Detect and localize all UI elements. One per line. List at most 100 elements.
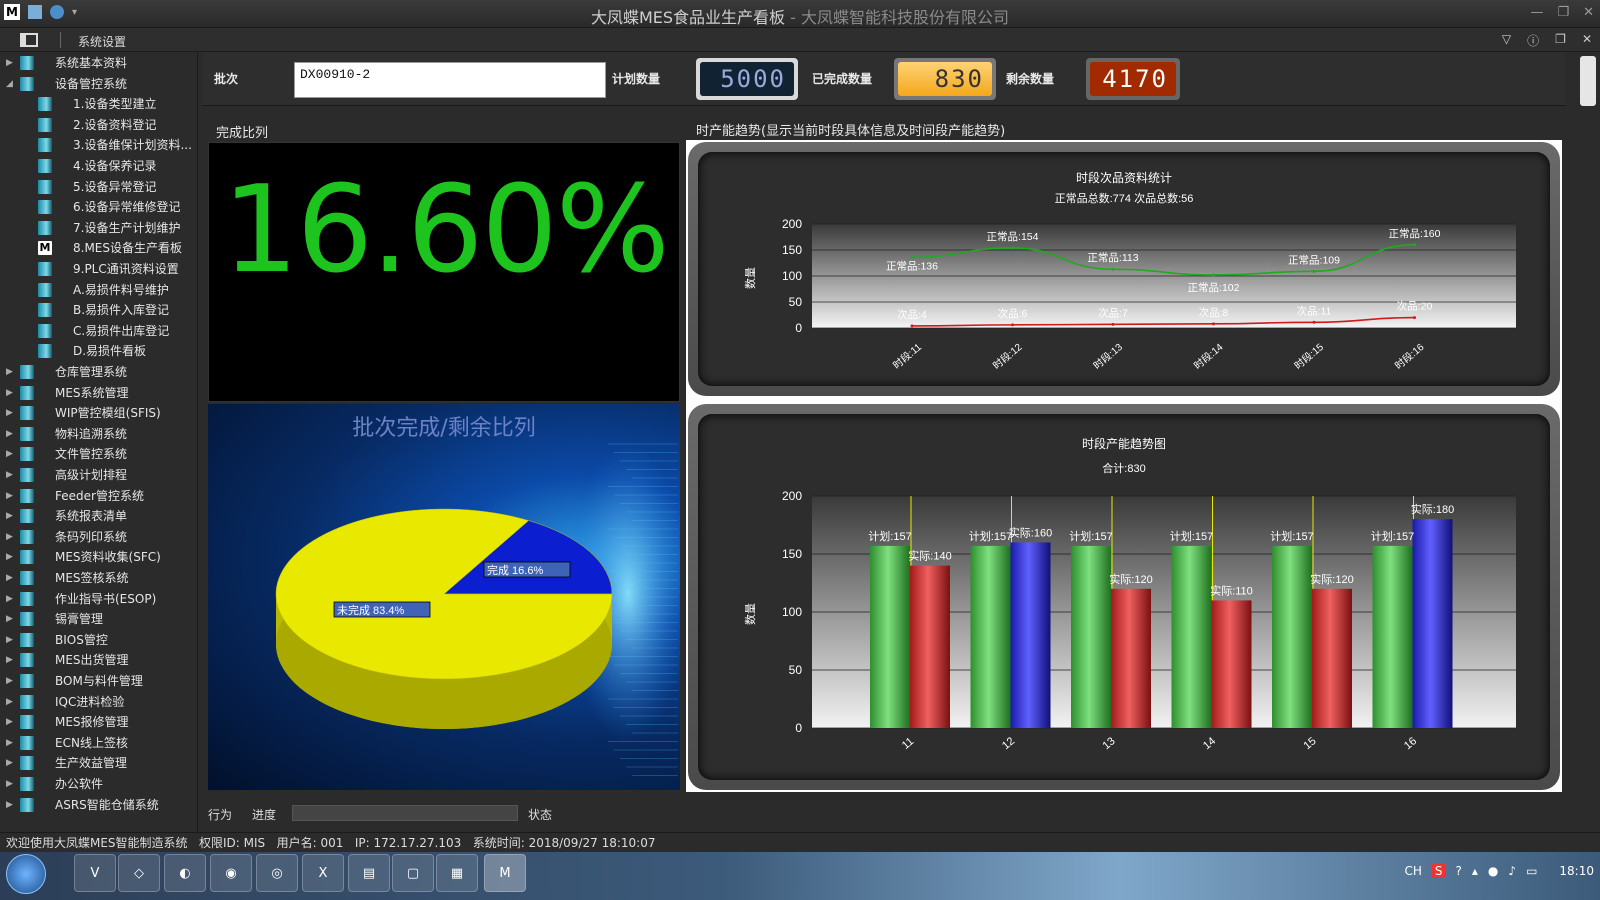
- tree-group[interactable]: ◢ 设备管控系统: [0, 74, 196, 94]
- tree-group[interactable]: ▶ 仓库管理系统: [0, 362, 196, 382]
- tree-group[interactable]: ▶ 生产效益管理: [0, 753, 196, 773]
- taskbar-mes-icon[interactable]: M: [484, 854, 526, 892]
- start-button[interactable]: [6, 854, 46, 894]
- expand-arrow-icon[interactable]: ▶: [6, 362, 16, 382]
- expand-arrow-icon[interactable]: ▶: [6, 547, 16, 567]
- expand-arrow-icon[interactable]: ▶: [6, 671, 16, 691]
- expand-arrow-icon[interactable]: ▶: [6, 444, 16, 464]
- expand-arrow-icon[interactable]: ▶: [6, 424, 16, 444]
- tree-group[interactable]: ▶ 办公软件: [0, 774, 196, 794]
- tree-leaf[interactable]: 2.设备资料登记: [0, 115, 196, 135]
- permission-text: 权限ID: MIS: [199, 836, 266, 850]
- tree-group[interactable]: ▶ Feeder管控系统: [0, 486, 196, 506]
- taskbar-chrome-icon[interactable]: ◎: [256, 854, 298, 892]
- ribbon-collapse-icon[interactable]: ▽: [1502, 32, 1511, 49]
- clock[interactable]: 18:10: [1559, 864, 1594, 878]
- tree-group[interactable]: ▶ MES资料收集(SFC): [0, 547, 196, 567]
- wechat-icon[interactable]: ●: [1488, 864, 1498, 878]
- tree-group[interactable]: ▶ BIOS管控: [0, 630, 196, 650]
- tree-leaf[interactable]: 3.设备维保计划资料...: [0, 135, 196, 155]
- close-icon[interactable]: ✕: [1583, 5, 1594, 20]
- tree-leaf[interactable]: C.易损件出库登记: [0, 321, 196, 341]
- tree-group[interactable]: ▶ MES系统管理: [0, 383, 196, 403]
- expand-arrow-icon[interactable]: ▶: [6, 383, 16, 403]
- tree-leaf[interactable]: 4.设备保养记录: [0, 156, 196, 176]
- tree-group[interactable]: ▶ 系统基本资料: [0, 53, 196, 73]
- x-tick-label: 15: [1302, 735, 1319, 752]
- network-icon[interactable]: ▭: [1526, 864, 1537, 878]
- mdi-restore-icon[interactable]: ❐: [1555, 32, 1566, 49]
- tree-leaf[interactable]: D.易损件看板: [0, 341, 196, 361]
- book-icon: [20, 571, 34, 585]
- tree-leaf[interactable]: 6.设备异常维修登记: [0, 197, 196, 217]
- tree-group[interactable]: ▶ MES签核系统: [0, 568, 196, 588]
- tree-leaf[interactable]: B.易损件入库登记: [0, 300, 196, 320]
- expand-arrow-icon[interactable]: ▶: [6, 486, 16, 506]
- restore-icon[interactable]: ❐: [1557, 5, 1569, 20]
- taskbar-notes-icon[interactable]: ▤: [348, 854, 390, 892]
- taskbar-red-app-icon[interactable]: ◉: [210, 854, 252, 892]
- x-tick-label: 13: [1101, 735, 1118, 752]
- expand-arrow-icon[interactable]: ▶: [6, 650, 16, 670]
- taskbar-paint-icon[interactable]: ◐: [164, 854, 206, 892]
- ime-icon[interactable]: S: [1431, 864, 1446, 878]
- tree-group[interactable]: ▶ 系统报表清单: [0, 506, 196, 526]
- expand-arrow-icon[interactable]: ▶: [6, 692, 16, 712]
- help-icon[interactable]: ?: [1456, 864, 1462, 878]
- tree-item-label: 6.设备异常维修登记: [73, 200, 181, 215]
- tree-leaf[interactable]: A.易损件料号维护: [0, 280, 196, 300]
- taskbar-studio-icon[interactable]: ◇: [118, 854, 160, 892]
- pie-chart: 完成 16.6% 未完成 83.4%: [275, 443, 680, 776]
- tree-group[interactable]: ▶ 作业指导书(ESOP): [0, 589, 196, 609]
- expand-arrow-icon[interactable]: ▶: [6, 506, 16, 526]
- volume-icon[interactable]: ♪: [1508, 864, 1516, 878]
- taskbar-explorer-icon[interactable]: ▦: [436, 854, 478, 892]
- menu-system-settings[interactable]: 系统设置: [78, 33, 126, 50]
- expand-arrow-icon[interactable]: ▶: [6, 712, 16, 732]
- tree-group[interactable]: ▶ ECN线上签核: [0, 733, 196, 753]
- tree-group[interactable]: ▶ 物料追溯系统: [0, 424, 196, 444]
- input-language[interactable]: CH: [1404, 864, 1421, 878]
- expand-arrow-icon[interactable]: ▶: [6, 753, 16, 773]
- tree-leaf[interactable]: 1.设备类型建立: [0, 94, 196, 114]
- tree-group[interactable]: ▶ MES出货管理: [0, 650, 196, 670]
- info-icon[interactable]: ⓘ: [1527, 32, 1539, 49]
- tree-leaf[interactable]: M 8.MES设备生产看板: [0, 238, 196, 258]
- vertical-scrollbar-thumb[interactable]: [1580, 56, 1596, 106]
- tree-group[interactable]: ▶ MES报修管理: [0, 712, 196, 732]
- expand-arrow-icon[interactable]: ▶: [6, 733, 16, 753]
- expand-arrow-icon[interactable]: ▶: [6, 774, 16, 794]
- batch-input[interactable]: DX00910-2: [294, 62, 606, 98]
- expand-arrow-icon[interactable]: ▶: [6, 53, 16, 73]
- tree-group[interactable]: ▶ BOM与料件管理: [0, 671, 196, 691]
- taskbar-window-icon[interactable]: ▢: [392, 854, 434, 892]
- taskbar-vs-icon[interactable]: V: [74, 854, 116, 892]
- minimize-icon[interactable]: —: [1530, 5, 1543, 20]
- tree-group[interactable]: ▶ 条码列印系统: [0, 527, 196, 547]
- y-tick-label: 100: [782, 269, 802, 283]
- tree-group[interactable]: ▶ 高级计划排程: [0, 465, 196, 485]
- collapse-arrow-icon[interactable]: ◢: [6, 74, 16, 94]
- expand-arrow-icon[interactable]: ▶: [6, 527, 16, 547]
- tree-leaf[interactable]: 5.设备异常登记: [0, 177, 196, 197]
- expand-arrow-icon[interactable]: ▶: [6, 465, 16, 485]
- tree-leaf[interactable]: 9.PLC通讯资料设置: [0, 259, 196, 279]
- tree-group[interactable]: ▶ WIP管控模组(SFIS): [0, 403, 196, 423]
- expand-arrow-icon[interactable]: ▶: [6, 795, 16, 815]
- tree-group[interactable]: ▶ 锡膏管理: [0, 609, 196, 629]
- tree-group[interactable]: ▶ ASRS智能仓储系统: [0, 795, 196, 815]
- mdi-close-icon[interactable]: ✕: [1582, 32, 1592, 49]
- taskbar-excel-icon[interactable]: X: [302, 854, 344, 892]
- tray-expand-icon[interactable]: ▴: [1472, 864, 1478, 878]
- pie-slice-label: 完成 16.6%: [487, 563, 543, 577]
- tree-leaf[interactable]: 7.设备生产计划维护: [0, 218, 196, 238]
- expand-arrow-icon[interactable]: ▶: [6, 589, 16, 609]
- expand-arrow-icon[interactable]: ▶: [6, 568, 16, 588]
- expand-arrow-icon[interactable]: ▶: [6, 609, 16, 629]
- layout-toggle-icon[interactable]: [20, 33, 38, 47]
- expand-arrow-icon[interactable]: ▶: [6, 630, 16, 650]
- expand-arrow-icon[interactable]: ▶: [6, 403, 16, 423]
- tree-group[interactable]: ▶ 文件管控系统: [0, 444, 196, 464]
- tree-item-label: MES出货管理: [55, 653, 129, 668]
- tree-group[interactable]: ▶ IQC进料检验: [0, 692, 196, 712]
